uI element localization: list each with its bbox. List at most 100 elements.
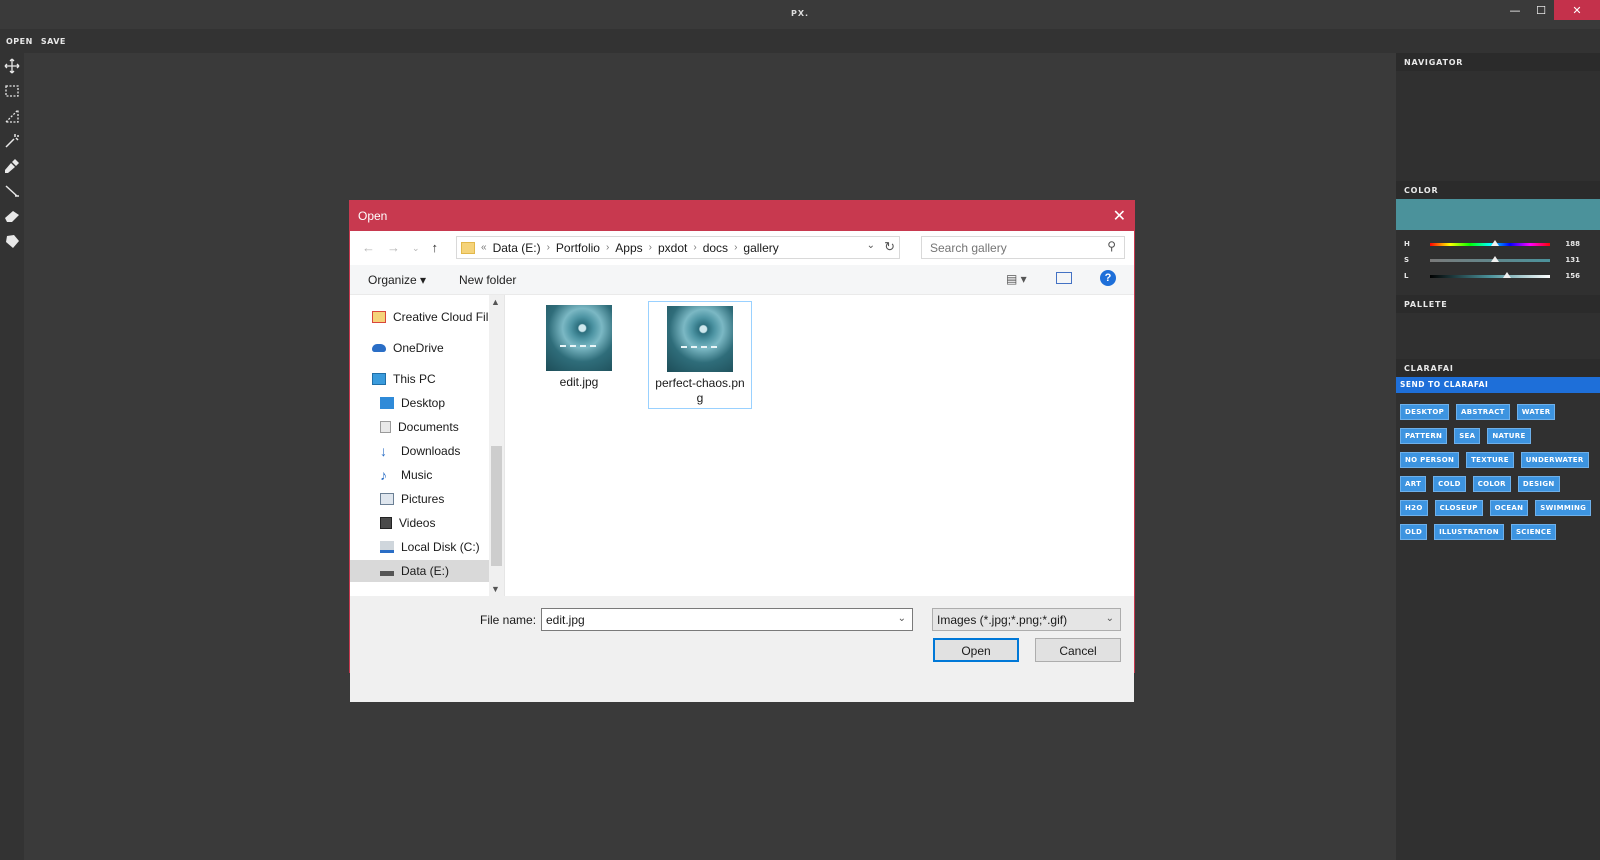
color-swatch[interactable]	[1396, 199, 1600, 230]
send-to-clarafai-button[interactable]: SEND TO CLARAFAI	[1396, 377, 1600, 393]
hue-slider[interactable]	[1430, 239, 1550, 246]
file-item[interactable]: edit.jpg	[527, 301, 631, 392]
move-tool-icon[interactable]	[0, 53, 24, 78]
maximize-button[interactable]: ☐	[1528, 0, 1554, 20]
file-item[interactable]: perfect-chaos.png	[648, 301, 752, 409]
preview-pane-icon[interactable]	[1056, 272, 1072, 284]
eraser-tool-icon[interactable]	[0, 203, 24, 228]
menu-save[interactable]: SAVE	[41, 37, 66, 46]
magic-wand-tool-icon[interactable]	[0, 128, 24, 153]
tag-chip[interactable]: SEA	[1454, 428, 1481, 444]
address-dropdown-icon[interactable]: ⌄	[867, 240, 875, 251]
tag-chip[interactable]: SWIMMING	[1535, 500, 1592, 516]
refresh-icon[interactable]: ↻	[884, 239, 895, 255]
open-button[interactable]: Open	[933, 638, 1019, 662]
nav-item-onedrive[interactable]: OneDrive	[372, 337, 504, 359]
fill-tool-icon[interactable]	[0, 228, 24, 253]
nav-item-creative-cloud[interactable]: Creative Cloud Fil	[372, 306, 504, 328]
saturation-slider-thumb[interactable]	[1490, 255, 1499, 262]
nav-item-documents[interactable]: Documents	[380, 416, 504, 438]
breadcrumb-item[interactable]: Portfolio	[556, 241, 600, 255]
breadcrumb-item[interactable]: Apps	[615, 241, 642, 255]
organize-button[interactable]: Organize ▾	[368, 273, 426, 287]
tag-chip[interactable]: NATURE	[1487, 428, 1531, 444]
tag-chip[interactable]: COLOR	[1472, 476, 1511, 492]
tag-chip[interactable]: TEXTURE	[1466, 452, 1514, 468]
desktop-folder-icon	[380, 397, 394, 409]
tag-chip[interactable]: OCEAN	[1489, 500, 1529, 516]
nav-item-music[interactable]: ♪ Music	[380, 464, 504, 486]
nav-item-downloads[interactable]: ↓ Downloads	[380, 440, 504, 462]
hue-slider-thumb[interactable]	[1490, 239, 1499, 246]
scroll-up-icon[interactable]: ▲	[491, 297, 500, 307]
tag-chip[interactable]: ART	[1400, 476, 1427, 492]
rect-select-tool-icon[interactable]	[0, 78, 24, 103]
file-thumbnail	[546, 305, 612, 371]
tag-chip[interactable]: DESIGN	[1517, 476, 1560, 492]
eyedropper-tool-icon[interactable]	[0, 153, 24, 178]
scrollbar-thumb[interactable]	[491, 446, 502, 566]
tag-chip[interactable]: DESKTOP	[1400, 404, 1450, 420]
nav-item-label: OneDrive	[393, 341, 444, 355]
recent-locations-chevron-icon[interactable]: ⌄	[412, 240, 420, 255]
tag-chip[interactable]: COLD	[1433, 476, 1466, 492]
color-title: COLOR	[1396, 181, 1600, 199]
menu-open[interactable]: OPEN	[6, 37, 33, 46]
tag-chip[interactable]: H2O	[1400, 500, 1428, 516]
nav-item-label: Videos	[399, 516, 436, 530]
breadcrumb-item[interactable]: gallery	[743, 241, 778, 255]
file-name-input[interactable]: edit.jpg ⌄	[541, 608, 913, 631]
new-folder-button[interactable]: New folder	[459, 273, 516, 287]
close-button[interactable]: ✕	[1554, 0, 1600, 20]
dialog-title: Open	[358, 209, 388, 223]
brush-tool-icon[interactable]	[0, 178, 24, 203]
nav-item-label: Pictures	[401, 492, 445, 506]
lightness-slider-thumb[interactable]	[1502, 271, 1511, 278]
saturation-slider-row: S 131	[1396, 252, 1600, 268]
breadcrumb-overflow[interactable]: «	[481, 242, 487, 253]
forward-arrow-icon[interactable]: →	[387, 240, 400, 255]
dialog-body: Creative Cloud Fil OneDrive This PC Desk…	[350, 295, 1134, 596]
breadcrumb-item[interactable]: Data (E:)	[493, 241, 541, 255]
tag-chip[interactable]: NO PERSON	[1400, 452, 1460, 468]
nav-item-videos[interactable]: Videos	[380, 512, 504, 534]
tag-chip[interactable]: CLOSEUP	[1434, 500, 1483, 516]
cancel-button[interactable]: Cancel	[1035, 638, 1121, 662]
breadcrumb-separator-icon: ›	[546, 242, 550, 253]
nav-item-pictures[interactable]: Pictures	[380, 488, 504, 510]
onedrive-icon	[372, 344, 386, 352]
address-bar[interactable]: « Data (E:) › Portfolio › Apps › pxdot ›…	[456, 236, 900, 259]
lasso-tool-icon[interactable]	[0, 103, 24, 128]
minimize-button[interactable]: —	[1502, 0, 1528, 20]
lightness-slider[interactable]	[1430, 271, 1550, 278]
tag-chip[interactable]: UNDERWATER	[1520, 452, 1589, 468]
back-arrow-icon[interactable]: ←	[362, 240, 375, 255]
nav-item-data-e[interactable]: Data (E:)	[350, 560, 490, 582]
file-type-select[interactable]: Images (*.jpg;*.png;*.gif) ⌄	[932, 608, 1121, 631]
up-arrow-icon[interactable]: ↑	[432, 240, 439, 255]
breadcrumb-item[interactable]: docs	[703, 241, 728, 255]
title-bar: PX. — ☐ ✕	[0, 0, 1600, 29]
dialog-close-icon[interactable]: ✕	[1113, 206, 1126, 226]
file-name-dropdown-icon[interactable]: ⌄	[898, 613, 906, 624]
change-view-icon[interactable]: ▤ ▾	[1006, 272, 1027, 286]
nav-item-this-pc[interactable]: This PC	[372, 368, 504, 390]
tag-chip[interactable]: ABSTRACT	[1456, 404, 1510, 420]
help-icon[interactable]: ?	[1100, 270, 1116, 286]
nav-item-desktop[interactable]: Desktop	[380, 392, 504, 414]
search-input[interactable]: Search gallery ⚲	[921, 236, 1125, 259]
file-type-dropdown-icon[interactable]: ⌄	[1106, 613, 1114, 624]
breadcrumb-item[interactable]: pxdot	[658, 241, 687, 255]
tag-chip[interactable]: ILLUSTRATION	[1434, 524, 1504, 540]
saturation-slider[interactable]	[1430, 255, 1550, 262]
nav-item-local-disk[interactable]: Local Disk (C:)	[380, 536, 504, 558]
tag-chip[interactable]: PATTERN	[1400, 428, 1448, 444]
search-placeholder: Search gallery	[930, 241, 1007, 255]
navigator-preview[interactable]	[1396, 71, 1600, 181]
nav-pane-scrollbar[interactable]: ▲ ▼	[489, 295, 504, 596]
tag-chip[interactable]: WATER	[1516, 404, 1556, 420]
saturation-value: 131	[1565, 256, 1580, 264]
tag-chip[interactable]: SCIENCE	[1510, 524, 1557, 540]
tag-chip[interactable]: OLD	[1400, 524, 1428, 540]
scroll-down-icon[interactable]: ▼	[491, 584, 500, 594]
